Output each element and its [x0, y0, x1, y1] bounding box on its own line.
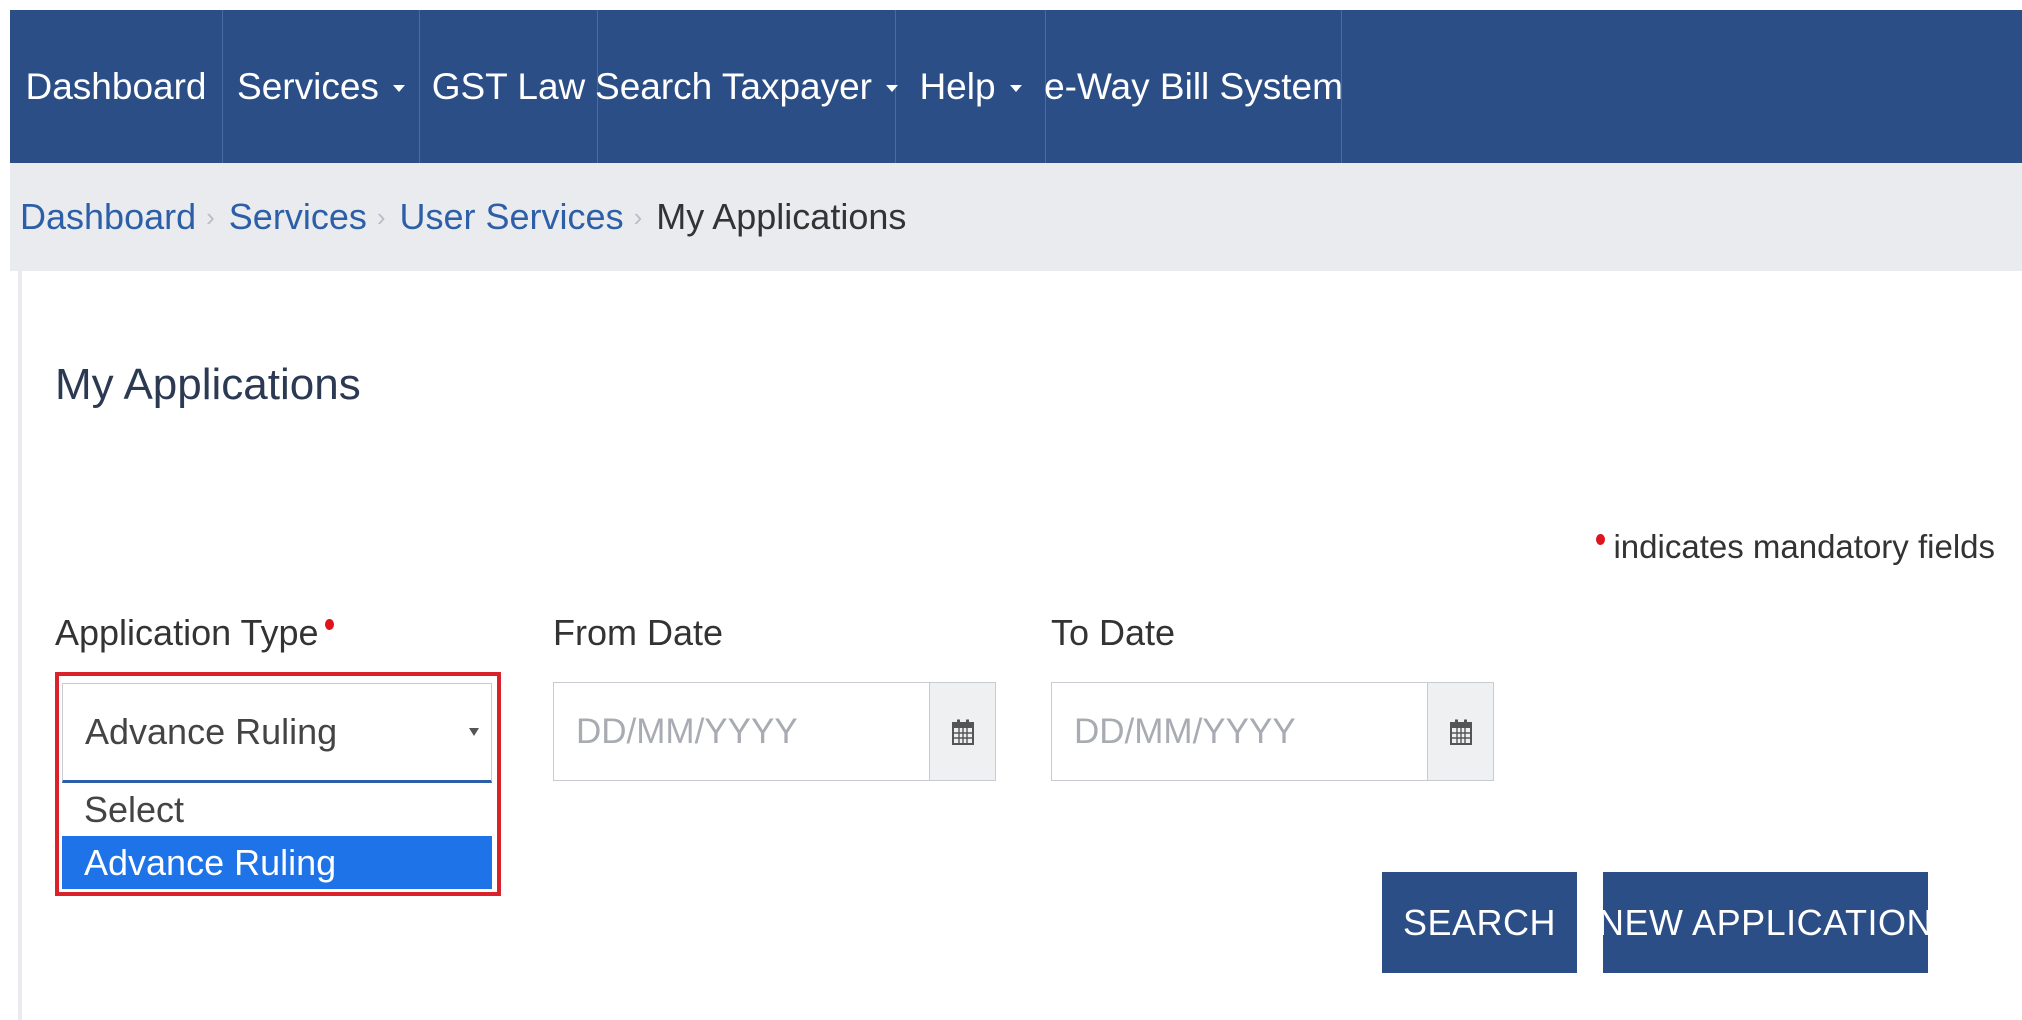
nav-item-eway-bill[interactable]: e-Way Bill System	[1044, 10, 1343, 163]
nav-item-label: GST Law	[431, 65, 586, 107]
nav-item-search-taxpayer[interactable]: Search Taxpayer	[595, 10, 898, 163]
page-title: My Applications	[55, 360, 361, 409]
breadcrumb-services[interactable]: Services	[229, 196, 367, 238]
chevron-right-icon: ›	[633, 201, 643, 232]
calendar-icon	[951, 719, 974, 745]
caret-down-icon	[1009, 85, 1022, 92]
to-date-input[interactable]	[1051, 682, 1428, 781]
nav-item-services[interactable]: Services	[223, 10, 420, 163]
caret-down-icon	[392, 85, 405, 92]
application-type-dropdown: Select Advance Ruling	[62, 783, 492, 889]
from-date-group	[553, 682, 996, 781]
top-navbar: Dashboard Services GST Law Search Taxpay…	[10, 10, 2022, 163]
breadcrumb-user-services[interactable]: User Services	[400, 196, 624, 238]
chevron-right-icon: ›	[206, 201, 215, 232]
mandatory-note: indicates mandatory fields	[1596, 528, 1995, 566]
to-date-group	[1051, 682, 1494, 781]
from-date-label: From Date	[553, 612, 723, 654]
nav-item-label: Dashboard	[25, 65, 207, 107]
nav-item-gst-law[interactable]: GST Law	[420, 10, 598, 163]
from-date-input[interactable]	[553, 682, 930, 781]
chevron-right-icon: ›	[376, 201, 386, 232]
nav-item-label: Services	[237, 65, 379, 107]
dropdown-option-select[interactable]: Select	[62, 783, 492, 836]
breadcrumb-dashboard[interactable]: Dashboard	[20, 196, 196, 238]
to-date-label-text: To Date	[1051, 612, 1176, 653]
breadcrumb: Dashboard › Services › User Services › M…	[10, 163, 2022, 271]
caret-down-icon	[469, 728, 479, 736]
nav-item-label: Search Taxpayer	[595, 65, 872, 107]
application-type-label-text: Application Type	[55, 612, 319, 653]
calendar-icon	[1449, 719, 1472, 745]
breadcrumb-current: My Applications	[656, 196, 907, 237]
application-type-label: Application Type	[55, 612, 334, 654]
nav-item-label: e-Way Bill System	[1044, 65, 1343, 107]
from-date-calendar-button[interactable]	[930, 682, 996, 781]
application-type-value: Advance Ruling	[85, 711, 338, 752]
from-date-label-text: From Date	[553, 612, 724, 653]
to-date-calendar-button[interactable]	[1428, 682, 1494, 781]
to-date-label: To Date	[1051, 612, 1175, 654]
nav-item-label: Help	[919, 65, 996, 107]
dropdown-option-advance-ruling[interactable]: Advance Ruling	[62, 836, 492, 889]
new-application-button[interactable]: NEW APPLICATION	[1598, 872, 1932, 973]
mandatory-dot-icon	[1596, 533, 1606, 545]
page: Dashboard Services GST Law Search Taxpay…	[0, 0, 2022, 1020]
application-type-select[interactable]: Advance Ruling	[62, 683, 492, 783]
nav-item-help[interactable]: Help	[896, 10, 1046, 163]
mandatory-dot-icon	[324, 618, 334, 630]
nav-item-dashboard[interactable]: Dashboard	[10, 10, 223, 163]
search-button[interactable]: SEARCH	[1382, 872, 1577, 973]
mandatory-note-text: indicates mandatory fields	[1613, 528, 1995, 565]
